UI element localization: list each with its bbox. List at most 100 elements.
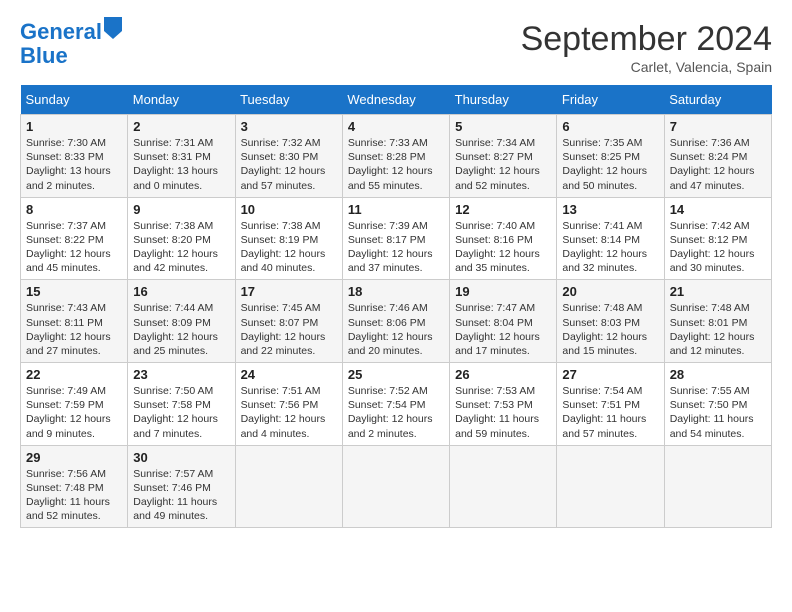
day-number: 20 xyxy=(562,284,658,299)
header-monday: Monday xyxy=(128,85,235,115)
day-number: 18 xyxy=(348,284,444,299)
day-cell-25: 25 Sunrise: 7:52 AMSunset: 7:54 PMDaylig… xyxy=(342,363,449,446)
day-cell-12: 12 Sunrise: 7:40 AMSunset: 8:16 PMDaylig… xyxy=(450,197,557,280)
logo-text: General Blue xyxy=(20,20,122,68)
day-info: Sunrise: 7:56 AMSunset: 7:48 PMDaylight:… xyxy=(26,468,110,523)
day-number: 14 xyxy=(670,202,766,217)
day-cell-16: 16 Sunrise: 7:44 AMSunset: 8:09 PMDaylig… xyxy=(128,280,235,363)
day-info: Sunrise: 7:42 AMSunset: 8:12 PMDaylight:… xyxy=(670,220,755,275)
day-info: Sunrise: 7:57 AMSunset: 7:46 PMDaylight:… xyxy=(133,468,217,523)
day-info: Sunrise: 7:54 AMSunset: 7:51 PMDaylight:… xyxy=(562,385,646,440)
day-info: Sunrise: 7:48 AMSunset: 8:01 PMDaylight:… xyxy=(670,302,755,357)
day-cell-24: 24 Sunrise: 7:51 AMSunset: 7:56 PMDaylig… xyxy=(235,363,342,446)
day-info: Sunrise: 7:51 AMSunset: 7:56 PMDaylight:… xyxy=(241,385,326,440)
empty-cell xyxy=(342,445,449,528)
day-info: Sunrise: 7:40 AMSunset: 8:16 PMDaylight:… xyxy=(455,220,540,275)
calendar-week-4: 22 Sunrise: 7:49 AMSunset: 7:59 PMDaylig… xyxy=(21,363,772,446)
day-cell-9: 9 Sunrise: 7:38 AMSunset: 8:20 PMDayligh… xyxy=(128,197,235,280)
day-cell-20: 20 Sunrise: 7:48 AMSunset: 8:03 PMDaylig… xyxy=(557,280,664,363)
day-info: Sunrise: 7:38 AMSunset: 8:20 PMDaylight:… xyxy=(133,220,218,275)
empty-cell xyxy=(235,445,342,528)
day-number: 19 xyxy=(455,284,551,299)
day-cell-6: 6 Sunrise: 7:35 AMSunset: 8:25 PMDayligh… xyxy=(557,115,664,198)
day-cell-8: 8 Sunrise: 7:37 AMSunset: 8:22 PMDayligh… xyxy=(21,197,128,280)
day-number: 16 xyxy=(133,284,229,299)
empty-cell xyxy=(450,445,557,528)
day-cell-15: 15 Sunrise: 7:43 AMSunset: 8:11 PMDaylig… xyxy=(21,280,128,363)
logo: General Blue xyxy=(20,20,122,68)
subtitle: Carlet, Valencia, Spain xyxy=(521,59,772,75)
calendar-week-2: 8 Sunrise: 7:37 AMSunset: 8:22 PMDayligh… xyxy=(21,197,772,280)
empty-cell xyxy=(557,445,664,528)
calendar-week-5: 29 Sunrise: 7:56 AMSunset: 7:48 PMDaylig… xyxy=(21,445,772,528)
day-number: 21 xyxy=(670,284,766,299)
day-info: Sunrise: 7:55 AMSunset: 7:50 PMDaylight:… xyxy=(670,385,754,440)
day-cell-7: 7 Sunrise: 7:36 AMSunset: 8:24 PMDayligh… xyxy=(664,115,771,198)
day-number: 12 xyxy=(455,202,551,217)
day-info: Sunrise: 7:50 AMSunset: 7:58 PMDaylight:… xyxy=(133,385,218,440)
calendar-week-1: 1 Sunrise: 7:30 AMSunset: 8:33 PMDayligh… xyxy=(21,115,772,198)
day-cell-23: 23 Sunrise: 7:50 AMSunset: 7:58 PMDaylig… xyxy=(128,363,235,446)
day-info: Sunrise: 7:45 AMSunset: 8:07 PMDaylight:… xyxy=(241,302,326,357)
month-title: September 2024 xyxy=(521,20,772,59)
day-info: Sunrise: 7:35 AMSunset: 8:25 PMDaylight:… xyxy=(562,137,647,192)
header-saturday: Saturday xyxy=(664,85,771,115)
day-number: 4 xyxy=(348,119,444,134)
empty-cell xyxy=(664,445,771,528)
day-number: 1 xyxy=(26,119,122,134)
day-info: Sunrise: 7:38 AMSunset: 8:19 PMDaylight:… xyxy=(241,220,326,275)
day-info: Sunrise: 7:44 AMSunset: 8:09 PMDaylight:… xyxy=(133,302,218,357)
day-info: Sunrise: 7:32 AMSunset: 8:30 PMDaylight:… xyxy=(241,137,326,192)
day-number: 22 xyxy=(26,367,122,382)
day-number: 3 xyxy=(241,119,337,134)
day-cell-10: 10 Sunrise: 7:38 AMSunset: 8:19 PMDaylig… xyxy=(235,197,342,280)
day-info: Sunrise: 7:49 AMSunset: 7:59 PMDaylight:… xyxy=(26,385,111,440)
day-cell-26: 26 Sunrise: 7:53 AMSunset: 7:53 PMDaylig… xyxy=(450,363,557,446)
day-cell-4: 4 Sunrise: 7:33 AMSunset: 8:28 PMDayligh… xyxy=(342,115,449,198)
day-info: Sunrise: 7:33 AMSunset: 8:28 PMDaylight:… xyxy=(348,137,433,192)
day-number: 29 xyxy=(26,450,122,465)
day-info: Sunrise: 7:46 AMSunset: 8:06 PMDaylight:… xyxy=(348,302,433,357)
day-cell-18: 18 Sunrise: 7:46 AMSunset: 8:06 PMDaylig… xyxy=(342,280,449,363)
day-number: 5 xyxy=(455,119,551,134)
header-sunday: Sunday xyxy=(21,85,128,115)
day-info: Sunrise: 7:52 AMSunset: 7:54 PMDaylight:… xyxy=(348,385,433,440)
header-friday: Friday xyxy=(557,85,664,115)
day-cell-29: 29 Sunrise: 7:56 AMSunset: 7:48 PMDaylig… xyxy=(21,445,128,528)
day-cell-5: 5 Sunrise: 7:34 AMSunset: 8:27 PMDayligh… xyxy=(450,115,557,198)
day-cell-22: 22 Sunrise: 7:49 AMSunset: 7:59 PMDaylig… xyxy=(21,363,128,446)
day-info: Sunrise: 7:37 AMSunset: 8:22 PMDaylight:… xyxy=(26,220,111,275)
day-number: 15 xyxy=(26,284,122,299)
calendar-week-3: 15 Sunrise: 7:43 AMSunset: 8:11 PMDaylig… xyxy=(21,280,772,363)
day-number: 7 xyxy=(670,119,766,134)
day-cell-21: 21 Sunrise: 7:48 AMSunset: 8:01 PMDaylig… xyxy=(664,280,771,363)
header-wednesday: Wednesday xyxy=(342,85,449,115)
day-number: 25 xyxy=(348,367,444,382)
day-number: 24 xyxy=(241,367,337,382)
day-number: 2 xyxy=(133,119,229,134)
day-info: Sunrise: 7:31 AMSunset: 8:31 PMDaylight:… xyxy=(133,137,218,192)
day-cell-13: 13 Sunrise: 7:41 AMSunset: 8:14 PMDaylig… xyxy=(557,197,664,280)
day-cell-11: 11 Sunrise: 7:39 AMSunset: 8:17 PMDaylig… xyxy=(342,197,449,280)
header-tuesday: Tuesday xyxy=(235,85,342,115)
day-cell-3: 3 Sunrise: 7:32 AMSunset: 8:30 PMDayligh… xyxy=(235,115,342,198)
day-cell-19: 19 Sunrise: 7:47 AMSunset: 8:04 PMDaylig… xyxy=(450,280,557,363)
day-info: Sunrise: 7:43 AMSunset: 8:11 PMDaylight:… xyxy=(26,302,111,357)
day-info: Sunrise: 7:39 AMSunset: 8:17 PMDaylight:… xyxy=(348,220,433,275)
day-number: 13 xyxy=(562,202,658,217)
day-info: Sunrise: 7:30 AMSunset: 8:33 PMDaylight:… xyxy=(26,137,111,192)
day-info: Sunrise: 7:47 AMSunset: 8:04 PMDaylight:… xyxy=(455,302,540,357)
day-info: Sunrise: 7:34 AMSunset: 8:27 PMDaylight:… xyxy=(455,137,540,192)
day-info: Sunrise: 7:41 AMSunset: 8:14 PMDaylight:… xyxy=(562,220,647,275)
day-info: Sunrise: 7:53 AMSunset: 7:53 PMDaylight:… xyxy=(455,385,539,440)
day-cell-27: 27 Sunrise: 7:54 AMSunset: 7:51 PMDaylig… xyxy=(557,363,664,446)
calendar-table: Sunday Monday Tuesday Wednesday Thursday… xyxy=(20,85,772,528)
day-info: Sunrise: 7:48 AMSunset: 8:03 PMDaylight:… xyxy=(562,302,647,357)
day-number: 9 xyxy=(133,202,229,217)
day-number: 26 xyxy=(455,367,551,382)
day-number: 30 xyxy=(133,450,229,465)
day-cell-14: 14 Sunrise: 7:42 AMSunset: 8:12 PMDaylig… xyxy=(664,197,771,280)
day-number: 8 xyxy=(26,202,122,217)
header-thursday: Thursday xyxy=(450,85,557,115)
day-cell-17: 17 Sunrise: 7:45 AMSunset: 8:07 PMDaylig… xyxy=(235,280,342,363)
